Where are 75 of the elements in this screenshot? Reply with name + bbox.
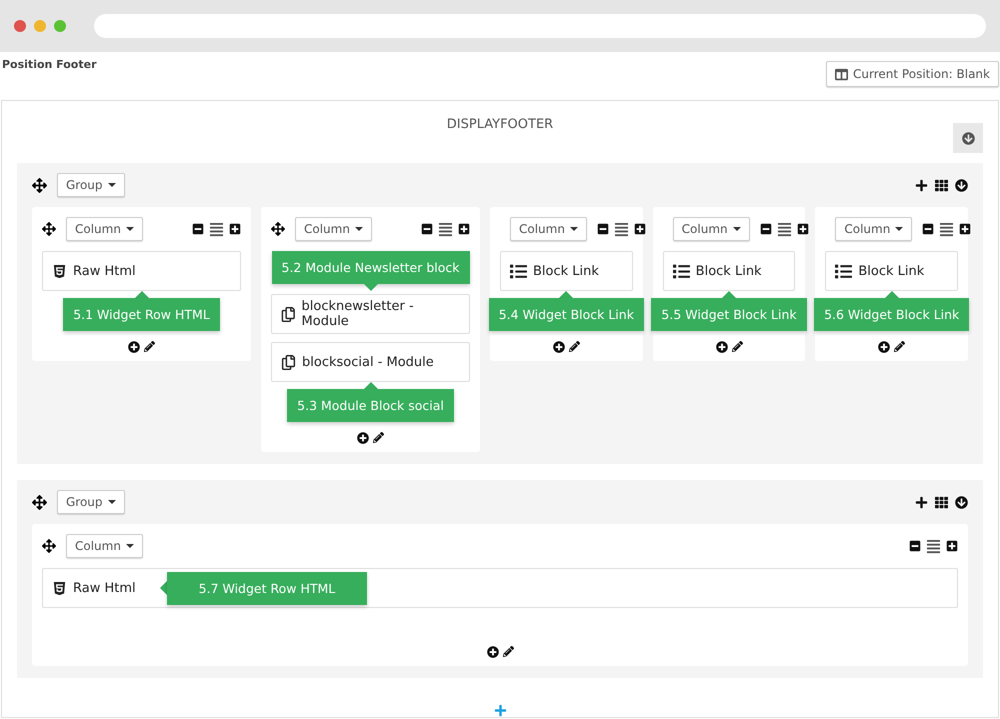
window-close-dot[interactable] bbox=[14, 20, 26, 32]
move-icon[interactable] bbox=[271, 222, 285, 236]
caret-icon bbox=[354, 227, 363, 231]
hook-name: DISPLAYFOOTER bbox=[446, 117, 554, 134]
pencil-icon[interactable] bbox=[894, 341, 906, 352]
pencil-icon[interactable] bbox=[568, 341, 580, 352]
list-icon bbox=[672, 262, 690, 280]
move-icon[interactable] bbox=[32, 178, 47, 192]
window-maximize-dot[interactable] bbox=[54, 20, 66, 32]
widget-label: blocknewsletter - Module bbox=[302, 299, 415, 329]
lines-icon[interactable] bbox=[209, 222, 224, 236]
caret-icon bbox=[570, 227, 578, 231]
widget-item[interactable]: Block Link bbox=[662, 251, 796, 291]
copy-icon bbox=[281, 354, 296, 370]
caret-icon bbox=[126, 227, 134, 231]
column-dropdown[interactable]: Column bbox=[66, 217, 143, 241]
widget-label: Block Link bbox=[858, 264, 924, 278]
tooltip: 5.6 Widget Block Link bbox=[814, 298, 970, 331]
tooltip: 5.5 Widget Block Link bbox=[651, 298, 807, 331]
add-group-icon[interactable] bbox=[494, 704, 506, 717]
current-position-button[interactable]: Current Position: Blank bbox=[826, 61, 999, 87]
widget-label: blocksocial - Module bbox=[302, 354, 434, 370]
plus-icon[interactable] bbox=[915, 496, 928, 508]
lines-icon[interactable] bbox=[926, 538, 941, 554]
move-icon[interactable] bbox=[42, 539, 56, 553]
group-dropdown[interactable]: Group bbox=[57, 490, 125, 514]
columns-icon bbox=[835, 68, 848, 80]
widget-item[interactable]: Block Link bbox=[500, 251, 633, 291]
widget-item[interactable]: blocknewsletter - Module bbox=[271, 294, 470, 334]
grid-icon[interactable] bbox=[935, 496, 948, 508]
column-dropdown[interactable]: Column bbox=[295, 217, 372, 241]
move-icon[interactable] bbox=[42, 222, 56, 236]
column-dropdown[interactable]: Column bbox=[835, 217, 912, 241]
widget-label: Raw Html bbox=[73, 580, 136, 596]
pencil-icon[interactable] bbox=[373, 432, 384, 443]
tooltip-arrow bbox=[364, 284, 378, 291]
plus-icon[interactable] bbox=[915, 178, 928, 192]
page-title: Position Footer bbox=[1, 58, 97, 71]
pencil-icon[interactable] bbox=[732, 341, 742, 352]
pencil-icon[interactable] bbox=[144, 341, 155, 352]
lines-icon[interactable] bbox=[438, 222, 453, 236]
widget-item[interactable]: Raw Html 5.7 Widget Row HTML bbox=[42, 568, 958, 608]
group-dropdown[interactable]: Group bbox=[57, 173, 125, 197]
caret-icon bbox=[108, 183, 116, 187]
lines-icon[interactable] bbox=[776, 222, 792, 236]
tooltip: 5.1 Widget Row HTML bbox=[63, 298, 220, 331]
widget-label: Block Link bbox=[533, 264, 599, 278]
widget-item[interactable]: blocksocial - Module bbox=[271, 342, 470, 382]
caret-icon bbox=[895, 227, 904, 231]
column-dropdown[interactable]: Column bbox=[66, 534, 143, 558]
widget-label: Raw Html bbox=[73, 264, 136, 278]
column-dropdown[interactable]: Column bbox=[672, 217, 750, 241]
lines-icon[interactable] bbox=[614, 222, 629, 236]
tooltip: 5.4 Widget Block Link bbox=[488, 298, 644, 331]
list-icon bbox=[835, 262, 852, 280]
grid-icon[interactable] bbox=[935, 178, 948, 192]
widget-label: Block Link bbox=[696, 264, 762, 278]
tooltip: 5.2 Module Newsletter block bbox=[272, 251, 470, 284]
widget-item[interactable]: Raw Html bbox=[42, 251, 241, 291]
pencil-icon[interactable] bbox=[502, 646, 514, 657]
tooltip: 5.7 Widget Row HTML bbox=[166, 572, 368, 604]
move-icon[interactable] bbox=[32, 494, 47, 510]
caret-icon bbox=[732, 227, 741, 231]
caret-icon bbox=[126, 544, 134, 548]
caret-icon bbox=[108, 500, 116, 504]
html5-icon bbox=[52, 580, 67, 596]
lines-icon[interactable] bbox=[939, 222, 954, 236]
copy-icon bbox=[281, 306, 296, 322]
collapse-button[interactable] bbox=[953, 123, 983, 153]
column-dropdown[interactable]: Column bbox=[510, 217, 587, 241]
html5-icon bbox=[52, 264, 67, 278]
widget-item[interactable]: Block Link bbox=[825, 251, 958, 291]
window-minimize-dot[interactable] bbox=[34, 20, 46, 32]
list-icon bbox=[510, 262, 527, 280]
tooltip: 5.3 Module Block social bbox=[287, 389, 454, 422]
